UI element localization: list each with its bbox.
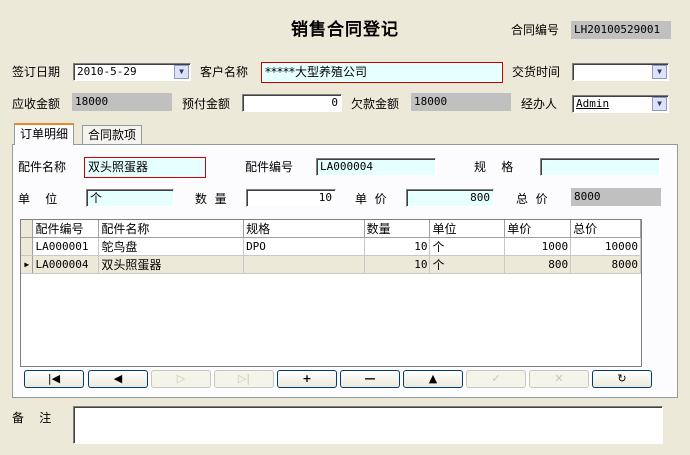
delete-record-button[interactable]: — bbox=[340, 370, 400, 388]
cell[interactable]: 1000 bbox=[504, 237, 572, 256]
first-icon: |◀ bbox=[47, 372, 61, 385]
last-record-button[interactable]: ▷| bbox=[214, 370, 274, 388]
prepaid-input[interactable]: 0 bbox=[242, 94, 342, 112]
prepaid-label: 预付金额 bbox=[182, 97, 231, 111]
row-indicator bbox=[21, 237, 34, 256]
table-row[interactable]: LA000001 鸵鸟盘 DPO 10 个 1000 10000 bbox=[21, 237, 641, 256]
add-record-button[interactable]: + bbox=[277, 370, 337, 388]
unit-price-label: 单 价 bbox=[355, 192, 387, 206]
cell[interactable]: LA000004 bbox=[32, 255, 100, 274]
column-header[interactable]: 配件编号 bbox=[32, 220, 100, 238]
edit-record-button[interactable]: ▲ bbox=[403, 370, 463, 388]
cell[interactable]: DPO bbox=[243, 237, 365, 256]
arrears-label: 欠款金额 bbox=[351, 97, 400, 111]
column-header[interactable]: 配件名称 bbox=[98, 220, 245, 238]
handler-combo[interactable]: Admin ▼ bbox=[572, 95, 669, 113]
chevron-down-icon[interactable]: ▼ bbox=[652, 97, 667, 111]
part-name-label: 配件名称 bbox=[18, 160, 67, 174]
next-record-button[interactable]: ▷ bbox=[151, 370, 211, 388]
column-header[interactable]: 数量 bbox=[364, 220, 431, 238]
contract-no-label: 合同编号 bbox=[511, 23, 560, 37]
cell[interactable]: 鸵鸟盘 bbox=[98, 237, 245, 256]
tab-contract-payments[interactable]: 合同款项 bbox=[82, 125, 143, 145]
record-navigator: |◀ ◀ ▷ ▷| + — ▲ ✓ ✕ ↻ bbox=[20, 367, 660, 393]
cancel-icon: ✕ bbox=[554, 372, 564, 385]
sign-date-combo[interactable]: 2010-5-29 ▼ bbox=[73, 63, 191, 81]
delivery-time-label: 交货时间 bbox=[512, 65, 561, 79]
part-no-input[interactable]: LA000004 bbox=[316, 158, 436, 176]
last-icon: ▷| bbox=[237, 372, 251, 385]
unit-price-input[interactable]: 800 bbox=[406, 189, 494, 207]
arrears-field: 18000 bbox=[411, 93, 511, 111]
handler-label: 经办人 bbox=[521, 97, 558, 111]
contract-no-field: LH20100529001 bbox=[571, 21, 671, 39]
delivery-time-combo[interactable]: ▼ bbox=[572, 63, 669, 81]
chevron-down-icon[interactable]: ▼ bbox=[174, 65, 189, 79]
quantity-input[interactable]: 10 bbox=[246, 189, 336, 207]
cell[interactable]: 10000 bbox=[570, 237, 641, 256]
add-icon: + bbox=[302, 372, 312, 385]
column-header[interactable]: 单位 bbox=[429, 220, 506, 238]
cell[interactable]: 8000 bbox=[570, 255, 641, 274]
cell[interactable]: 800 bbox=[504, 255, 572, 274]
cell[interactable]: 个 bbox=[429, 237, 506, 256]
unit-label: 单 位 bbox=[18, 192, 58, 206]
column-header[interactable]: 总价 bbox=[570, 220, 641, 238]
remark-textarea[interactable] bbox=[73, 406, 663, 444]
spec-input[interactable] bbox=[540, 158, 660, 176]
cell[interactable] bbox=[243, 255, 365, 274]
receivable-field: 18000 bbox=[72, 93, 172, 111]
handler-value: Admin bbox=[576, 97, 610, 110]
edit-icon: ▲ bbox=[428, 372, 438, 385]
order-detail-grid[interactable]: 配件编号 配件名称 规格 数量 单位 单价 总价 LA000001 鸵鸟盘 DP… bbox=[20, 219, 642, 367]
customer-input[interactable]: *****大型养殖公司 bbox=[261, 62, 503, 83]
chevron-down-icon[interactable]: ▼ bbox=[652, 65, 667, 79]
column-header[interactable]: 单价 bbox=[504, 220, 572, 238]
prev-icon: ◀ bbox=[113, 372, 123, 385]
total-field: 8000 bbox=[571, 188, 661, 206]
unit-input[interactable]: 个 bbox=[86, 189, 174, 207]
remark-label: 备 注 bbox=[12, 411, 52, 425]
grid-header: 配件编号 配件名称 规格 数量 单位 单价 总价 bbox=[21, 220, 641, 238]
table-row[interactable]: ▶ LA000004 双头照蛋器 10 个 800 8000 bbox=[21, 255, 641, 274]
column-header[interactable]: 规格 bbox=[243, 220, 365, 238]
sign-date-label: 签订日期 bbox=[12, 65, 61, 79]
prev-record-button[interactable]: ◀ bbox=[88, 370, 148, 388]
save-icon: ✓ bbox=[491, 372, 501, 385]
current-row-icon: ▶ bbox=[21, 255, 34, 274]
receivable-label: 应收金额 bbox=[12, 97, 61, 111]
tab-order-details[interactable]: 订单明细 bbox=[14, 123, 75, 145]
total-label: 总 价 bbox=[516, 192, 548, 206]
sign-date-value: 2010-5-29 bbox=[77, 65, 137, 78]
cell[interactable]: 双头照蛋器 bbox=[98, 255, 245, 274]
cell[interactable]: LA000001 bbox=[32, 237, 100, 256]
quantity-label: 数 量 bbox=[195, 192, 227, 206]
refresh-button[interactable]: ↻ bbox=[592, 370, 652, 388]
first-record-button[interactable]: |◀ bbox=[24, 370, 84, 388]
part-name-input[interactable]: 双头照蛋器 bbox=[84, 157, 206, 178]
next-icon: ▷ bbox=[176, 372, 186, 385]
part-no-label: 配件编号 bbox=[245, 160, 294, 174]
post-record-button[interactable]: ✓ bbox=[466, 370, 526, 388]
customer-label: 客户名称 bbox=[200, 65, 249, 79]
cell[interactable]: 个 bbox=[429, 255, 506, 274]
row-indicator-header bbox=[21, 220, 34, 238]
cell[interactable]: 10 bbox=[364, 255, 431, 274]
refresh-icon: ↻ bbox=[617, 372, 627, 385]
delete-icon: — bbox=[364, 372, 376, 385]
cancel-record-button[interactable]: ✕ bbox=[529, 370, 589, 388]
cell[interactable]: 10 bbox=[364, 237, 431, 256]
spec-label: 规 格 bbox=[474, 160, 514, 174]
